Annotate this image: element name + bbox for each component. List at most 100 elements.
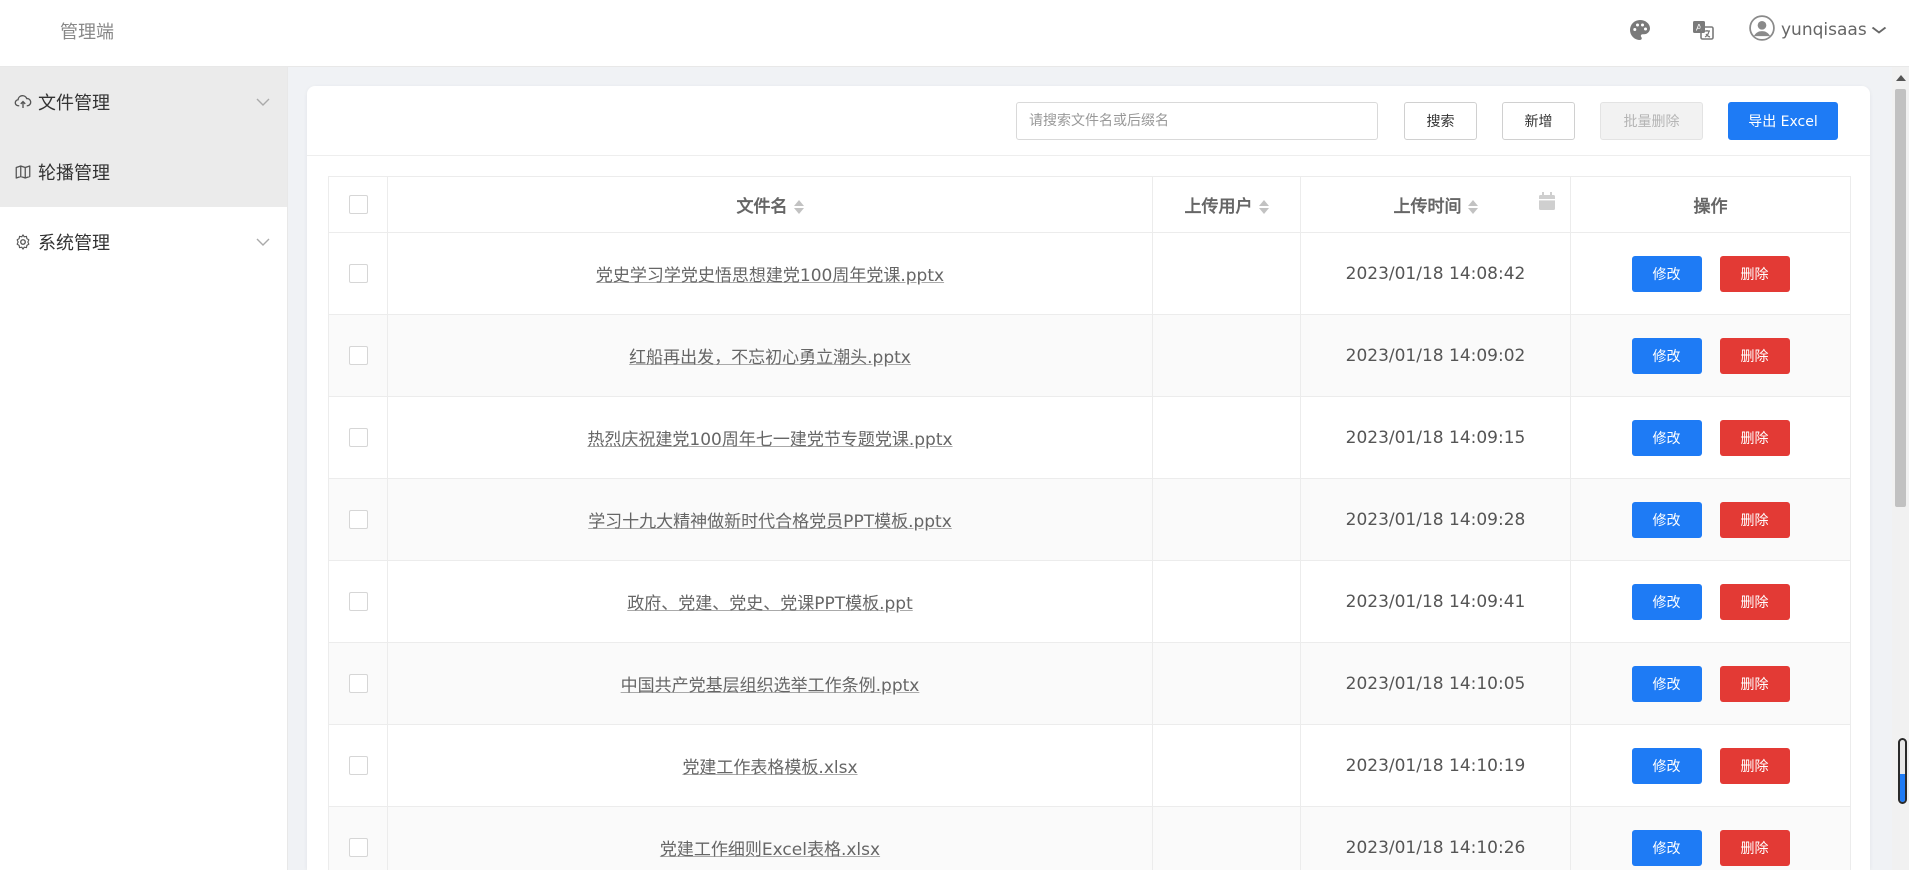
filename-cell: 学习十九大精神做新时代合格党员PPT模板.pptx: [387, 478, 1153, 561]
column-header-user[interactable]: 上传用户: [1152, 176, 1301, 233]
sidebar-item-system-management[interactable]: 系统管理: [0, 207, 287, 277]
row-select-cell: [328, 478, 388, 561]
filename-cell: 党史学习学党史悟思想建党100周年党课.pptx: [387, 232, 1153, 315]
row-checkbox[interactable]: [348, 756, 368, 775]
filename-cell: 热烈庆祝建党100周年七一建党节专题党课.pptx: [387, 396, 1153, 479]
batch-delete-button[interactable]: 批量删除: [1600, 102, 1703, 140]
search-button[interactable]: 搜索: [1404, 102, 1477, 140]
upload-user-cell: [1152, 560, 1301, 643]
row-checkbox[interactable]: [348, 264, 368, 283]
edit-button[interactable]: 修改: [1631, 419, 1702, 456]
select-all-checkbox[interactable]: [348, 195, 368, 214]
ops-cell: 修改 删除: [1570, 806, 1851, 870]
filename-link[interactable]: 党建工作细则Excel表格.xlsx: [660, 840, 880, 860]
delete-button[interactable]: 删除: [1719, 665, 1790, 702]
row-checkbox[interactable]: [348, 346, 368, 365]
chevron-down-icon: [255, 234, 271, 250]
gear-icon: [14, 233, 32, 251]
row-checkbox[interactable]: [348, 510, 368, 529]
delete-button[interactable]: 删除: [1719, 419, 1790, 456]
ops-cell: 修改 删除: [1570, 232, 1851, 315]
filename-link[interactable]: 红船再出发，不忘初心勇立潮头.pptx: [629, 348, 911, 368]
ops-cell: 修改 删除: [1570, 478, 1851, 561]
table-row: 热烈庆祝建党100周年七一建党节专题党课.pptx 2023/01/18 14:0…: [328, 396, 1851, 479]
upload-user-cell: [1152, 806, 1301, 870]
filename-link[interactable]: 党建工作表格模板.xlsx: [682, 758, 857, 778]
sidebar: 文件管理 轮播管理 系统管理: [0, 67, 288, 870]
table-row: 党史学习学党史悟思想建党100周年党课.pptx 2023/01/18 14:08…: [328, 232, 1851, 315]
edit-button[interactable]: 修改: [1631, 583, 1702, 620]
delete-button[interactable]: 删除: [1719, 829, 1790, 866]
filename-link[interactable]: 学习十九大精神做新时代合格党员PPT模板.pptx: [588, 512, 952, 532]
filename-link[interactable]: 党史学习学党史悟思想建党100周年党课.pptx: [596, 266, 944, 286]
column-header-time[interactable]: 上传时间: [1300, 176, 1571, 233]
sidebar-item-carousel-management[interactable]: 轮播管理: [0, 137, 287, 207]
edit-button[interactable]: 修改: [1631, 337, 1702, 374]
column-header-filename[interactable]: 文件名: [387, 176, 1153, 233]
toolbar: 搜索 新增 批量删除 导出 Excel: [307, 86, 1870, 156]
edit-button[interactable]: 修改: [1631, 829, 1702, 866]
upload-user-cell: [1152, 232, 1301, 315]
ops-cell: 修改 删除: [1570, 560, 1851, 643]
filename-link[interactable]: 中国共产党基层组织选举工作条例.pptx: [621, 676, 920, 696]
filename-cell: 党建工作表格模板.xlsx: [387, 724, 1153, 807]
sort-icon: [1467, 199, 1478, 215]
row-checkbox[interactable]: [348, 674, 368, 693]
table-row: 学习十九大精神做新时代合格党员PPT模板.pptx 2023/01/18 14:0…: [328, 478, 1851, 561]
sidebar-item-label: 文件管理: [38, 93, 110, 114]
delete-button[interactable]: 删除: [1719, 337, 1790, 374]
row-checkbox[interactable]: [348, 592, 368, 611]
table-row: 党建工作表格模板.xlsx 2023/01/18 14:10:19 修改 删除: [328, 724, 1851, 807]
edit-button[interactable]: 修改: [1631, 501, 1702, 538]
palette-icon[interactable]: [1626, 16, 1654, 44]
delete-button[interactable]: 删除: [1719, 501, 1790, 538]
translate-icon[interactable]: A: [1689, 16, 1717, 44]
sidebar-item-label: 轮播管理: [38, 163, 110, 184]
table-row: 党建工作细则Excel表格.xlsx 2023/01/18 14:10:26 修改删…: [328, 806, 1851, 870]
ops-cell: 修改 删除: [1570, 396, 1851, 479]
upload-time-cell: 2023/01/18 14:09:41: [1300, 560, 1571, 643]
sort-icon: [793, 199, 804, 215]
delete-button[interactable]: 删除: [1719, 255, 1790, 292]
filename-link[interactable]: 政府、党建、党史、党课PPT模板.ppt: [627, 594, 913, 614]
upload-time-cell: 2023/01/18 14:10:05: [1300, 642, 1571, 725]
chevron-down-icon: [1871, 23, 1887, 37]
row-select-cell: [328, 560, 388, 643]
filename-cell: 中国共产党基层组织选举工作条例.pptx: [387, 642, 1153, 725]
filename-cell: 红船再出发，不忘初心勇立潮头.pptx: [387, 314, 1153, 397]
sidebar-item-label: 系统管理: [38, 233, 110, 254]
export-excel-button[interactable]: 导出 Excel: [1728, 102, 1838, 140]
row-select-cell: [328, 806, 388, 870]
filename-link[interactable]: 热烈庆祝建党100周年七一建党节专题党课.pptx: [587, 430, 952, 450]
row-checkbox[interactable]: [348, 838, 368, 857]
row-select-cell: [328, 396, 388, 479]
calendar-icon[interactable]: [1538, 191, 1556, 211]
delete-button[interactable]: 删除: [1719, 583, 1790, 620]
file-table: 文件名 上传用户 上传时间 操作 党史学习学党史悟思想建党100周年党课.ppt…: [328, 176, 1851, 870]
edit-button[interactable]: 修改: [1631, 747, 1702, 784]
upload-time-cell: 2023/01/18 14:09:28: [1300, 478, 1571, 561]
row-select-cell: [328, 724, 388, 807]
row-checkbox[interactable]: [348, 428, 368, 447]
table-header-row: 文件名 上传用户 上传时间 操作: [328, 176, 1851, 233]
upload-user-cell: [1152, 724, 1301, 807]
scroll-thumb[interactable]: [1895, 89, 1906, 507]
main-card: 搜索 新增 批量删除 导出 Excel 文件名 上传用户 上传时间: [307, 86, 1870, 870]
user-menu[interactable]: yunqisaas: [1749, 14, 1887, 46]
upload-user-cell: [1152, 478, 1301, 561]
upload-time-cell: 2023/01/18 14:09:02: [1300, 314, 1571, 397]
delete-button[interactable]: 删除: [1719, 747, 1790, 784]
ops-cell: 修改 删除: [1570, 642, 1851, 725]
edit-button[interactable]: 修改: [1631, 665, 1702, 702]
add-button[interactable]: 新增: [1502, 102, 1575, 140]
upload-time-cell: 2023/01/18 14:09:15: [1300, 396, 1571, 479]
upload-user-cell: [1152, 642, 1301, 725]
table-row: 政府、党建、党史、党课PPT模板.ppt 2023/01/18 14:09:41 修…: [328, 560, 1851, 643]
floating-progress-widget[interactable]: [1898, 738, 1907, 804]
cloud-upload-icon: [14, 93, 32, 111]
scroll-up-arrow[interactable]: [1896, 75, 1906, 81]
sidebar-item-file-management[interactable]: 文件管理: [0, 67, 287, 137]
search-input[interactable]: [1016, 102, 1378, 140]
edit-button[interactable]: 修改: [1631, 255, 1702, 292]
chevron-down-icon: [255, 94, 271, 110]
